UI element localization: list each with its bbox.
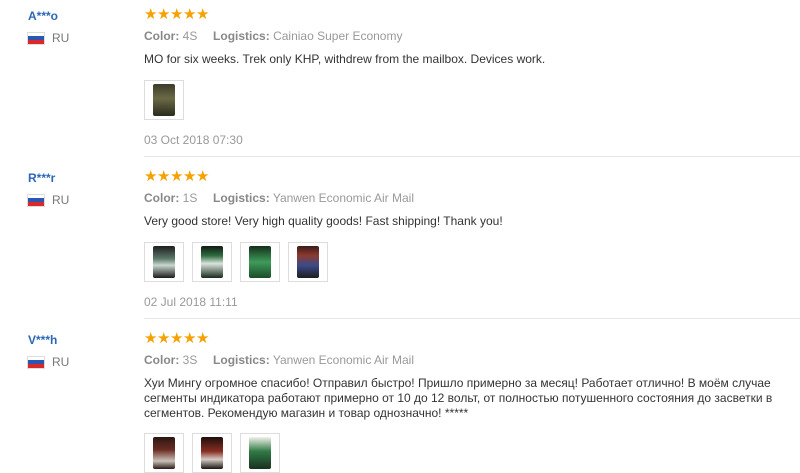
star-rating: ★ ★ ★ ★ ★ <box>144 168 800 186</box>
star-icon: ★ <box>144 330 158 347</box>
review-date: 02 Jul 2018 11:11 <box>144 295 238 309</box>
star-icon: ★ <box>196 6 210 23</box>
logistics-value: Yanwen Economic Air Mail <box>272 191 415 205</box>
star-icon: ★ <box>170 6 184 23</box>
logistics-label: Logistics: <box>213 191 270 205</box>
star-icon: ★ <box>157 330 171 347</box>
review-divider <box>144 156 800 157</box>
review-photos <box>144 242 800 282</box>
logistics-value: Yanwen Economic Air Mail <box>272 353 415 367</box>
star-icon: ★ <box>170 330 184 347</box>
star-icon: ★ <box>170 168 184 185</box>
star-icon: ★ <box>144 168 158 185</box>
review-photo-thumbnail[interactable] <box>240 433 280 473</box>
star-icon: ★ <box>183 6 197 23</box>
reviewer-name[interactable]: V***h <box>28 333 128 349</box>
country-code: RU <box>52 31 70 45</box>
review-photo-thumbnail[interactable] <box>144 433 184 473</box>
country-code: RU <box>52 193 70 207</box>
russia-flag-icon <box>28 32 44 44</box>
logistics-label: Logistics: <box>213 353 270 367</box>
reviewer-country: RU <box>28 193 128 207</box>
reviewer-country: RU <box>28 31 128 45</box>
color-value: 4S <box>182 29 198 43</box>
reviewer-info: V***h RU <box>28 332 128 369</box>
logistics-label: Logistics: <box>213 29 270 43</box>
star-icon: ★ <box>144 6 158 23</box>
reviewer-info: R***r RU <box>28 170 128 207</box>
review-text-line: Хуи Мингу огромное спасибо! Отправил быс… <box>144 376 771 390</box>
reviewer-name[interactable]: A***o <box>28 9 128 25</box>
star-icon: ★ <box>196 330 210 347</box>
review-divider <box>144 318 800 319</box>
russia-flag-icon <box>28 194 44 206</box>
order-info: Color: 4S Logistics: Cainiao Super Econo… <box>144 29 800 43</box>
review-photo-thumbnail[interactable] <box>192 242 232 282</box>
review-text-line: сегментов. Рекомендую магазин и товар од… <box>144 406 469 420</box>
review-content: ★ ★ ★ ★ ★ Color: 1S Logistics: Yanwen Ec… <box>144 168 800 309</box>
reviewer-info: A***o RU <box>28 8 128 45</box>
review-content: ★ ★ ★ ★ ★ Color: 3S Logistics: Yanwen Ec… <box>144 330 800 473</box>
logistics-value: Cainiao Super Economy <box>273 29 403 43</box>
star-rating: ★ ★ ★ ★ ★ <box>144 6 800 24</box>
order-info: Color: 3S Logistics: Yanwen Economic Air… <box>144 353 800 367</box>
color-label: Color: <box>144 191 180 205</box>
color-value: 1S <box>182 191 198 205</box>
review-text: MO for six weeks. Trek only KHP, withdre… <box>144 52 546 66</box>
star-icon: ★ <box>183 330 197 347</box>
reviewer-name[interactable]: R***r <box>28 171 128 187</box>
review-photo-thumbnail[interactable] <box>288 242 328 282</box>
star-icon: ★ <box>157 168 171 185</box>
order-info: Color: 1S Logistics: Yanwen Economic Air… <box>144 191 800 205</box>
review-photo-thumbnail[interactable] <box>240 242 280 282</box>
russia-flag-icon <box>28 356 44 368</box>
review-photos <box>144 433 800 473</box>
star-rating: ★ ★ ★ ★ ★ <box>144 330 800 348</box>
star-icon: ★ <box>183 168 197 185</box>
review-date: 03 Oct 2018 07:30 <box>144 133 243 147</box>
review-photo-thumbnail[interactable] <box>144 80 184 120</box>
review-text: Хуи Мингу огромное спасибо! Отправил быс… <box>144 376 800 421</box>
star-icon: ★ <box>157 6 171 23</box>
review-photos <box>144 80 800 120</box>
review-text-line: сегменты индикатора работают примерно от… <box>144 391 773 405</box>
review-photo-thumbnail[interactable] <box>144 242 184 282</box>
star-icon: ★ <box>196 168 210 185</box>
review-text: Very good store! Very high quality goods… <box>144 214 503 228</box>
color-label: Color: <box>144 29 180 43</box>
country-code: RU <box>52 355 70 369</box>
color-value: 3S <box>182 353 198 367</box>
reviewer-country: RU <box>28 355 128 369</box>
color-label: Color: <box>144 353 180 367</box>
review-content: ★ ★ ★ ★ ★ Color: 4S Logistics: Cainiao S… <box>144 6 800 147</box>
review-photo-thumbnail[interactable] <box>192 433 232 473</box>
